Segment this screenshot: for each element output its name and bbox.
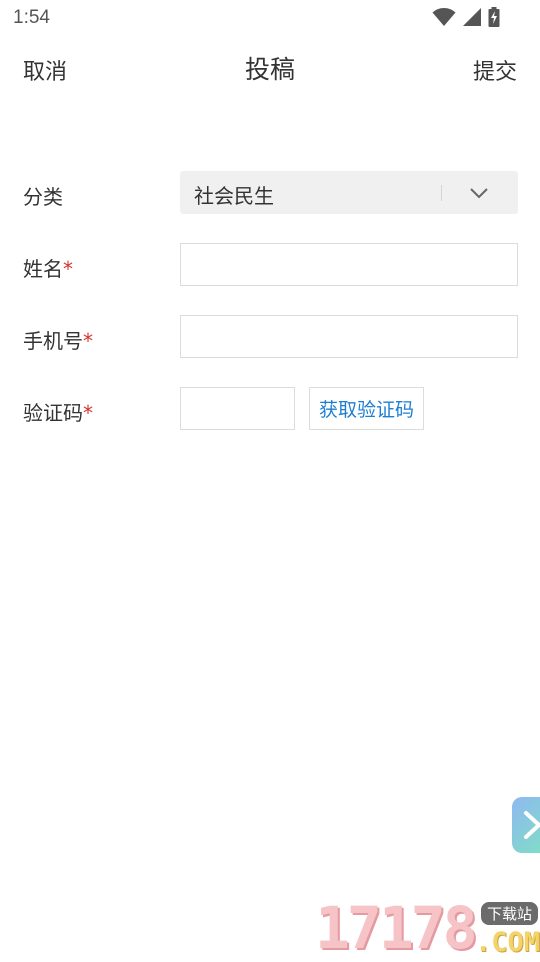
category-select-value: 社会民生 bbox=[194, 184, 274, 208]
status-time: 1:54 bbox=[13, 7, 50, 28]
code-label: 验证码* bbox=[23, 397, 93, 426]
category-label: 分类 bbox=[23, 185, 63, 209]
nav-bar: 取消 投稿 提交 bbox=[0, 44, 540, 92]
code-row: 验证码* 获取验证码 bbox=[0, 387, 540, 431]
watermark-suffix: .COM bbox=[474, 927, 540, 958]
code-input[interactable] bbox=[180, 387, 295, 430]
status-icons bbox=[432, 6, 500, 28]
chevron-down-icon bbox=[470, 188, 488, 199]
floating-side-tab[interactable] bbox=[512, 797, 540, 853]
code-label-text: 验证码 bbox=[23, 401, 83, 425]
select-divider bbox=[441, 185, 442, 201]
category-row: 分类 社会民生 bbox=[0, 171, 540, 215]
phone-label-text: 手机号 bbox=[23, 329, 83, 353]
phone-row: 手机号* bbox=[0, 315, 540, 359]
watermark-number: 17178 bbox=[315, 894, 478, 962]
wifi-icon bbox=[432, 8, 456, 26]
required-mark: * bbox=[63, 257, 73, 281]
phone-label: 手机号* bbox=[23, 325, 93, 354]
name-label-text: 姓名 bbox=[23, 257, 63, 281]
get-code-button[interactable]: 获取验证码 bbox=[309, 387, 424, 430]
watermark-badge: 下载站 bbox=[480, 902, 538, 925]
battery-charging-icon bbox=[488, 7, 500, 27]
page-title: 投稿 bbox=[244, 55, 295, 84]
required-mark: * bbox=[83, 401, 93, 425]
chevron-right-icon bbox=[524, 811, 540, 839]
name-label: 姓名* bbox=[23, 253, 73, 282]
name-input[interactable] bbox=[180, 243, 518, 286]
watermark-logo: 17178 下载站 .COM bbox=[315, 896, 540, 960]
submit-button[interactable]: 提交 bbox=[473, 54, 517, 86]
phone-input[interactable] bbox=[180, 315, 518, 358]
category-select[interactable]: 社会民生 bbox=[180, 171, 518, 214]
name-row: 姓名* bbox=[0, 243, 540, 287]
status-bar: 1:54 bbox=[0, 0, 540, 36]
required-mark: * bbox=[83, 329, 93, 353]
cell-signal-icon bbox=[463, 8, 481, 26]
